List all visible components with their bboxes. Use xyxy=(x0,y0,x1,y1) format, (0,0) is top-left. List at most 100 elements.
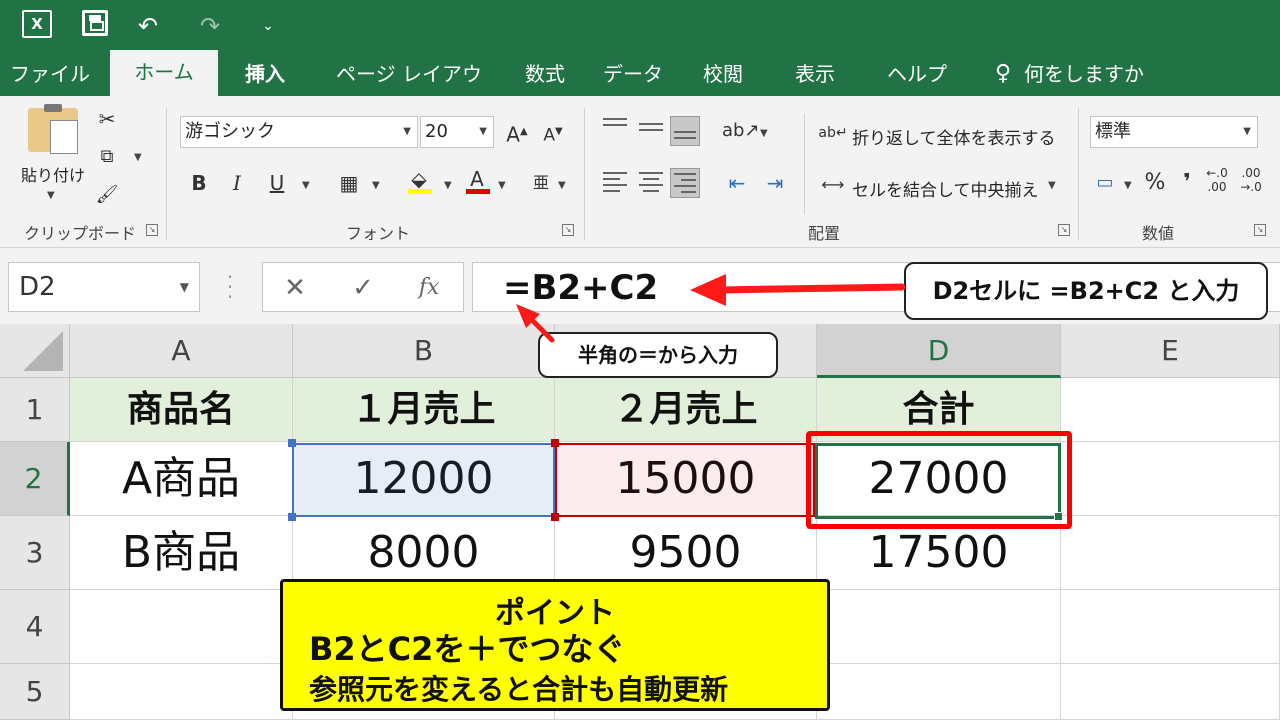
row-header-5[interactable]: 5 xyxy=(0,664,70,720)
tab-formulas[interactable]: 数式 xyxy=(514,52,576,96)
cell-e5[interactable] xyxy=(1061,664,1280,720)
cell-a4[interactable] xyxy=(70,590,293,664)
cell-d5[interactable] xyxy=(817,664,1061,720)
confirm-entry-button[interactable]: ✓ xyxy=(343,271,383,305)
grow-font-icon[interactable]: A▲ xyxy=(502,117,532,147)
number-launcher-icon[interactable]: ↘ xyxy=(1254,224,1266,236)
column-header-e[interactable]: E xyxy=(1061,324,1280,378)
select-all-button[interactable] xyxy=(0,324,70,378)
cell-b1[interactable]: １月売上 xyxy=(293,378,555,442)
orientation-dropdown-icon[interactable]: ▼ xyxy=(760,128,768,139)
tab-data[interactable]: データ xyxy=(596,52,670,96)
wrap-text-icon[interactable]: ab↵ xyxy=(818,118,848,148)
reference-handle[interactable] xyxy=(551,513,559,521)
row-header-3[interactable]: 3 xyxy=(0,516,70,590)
font-name-select[interactable]: 游ゴシック ▼ xyxy=(180,116,418,148)
wrap-text-button[interactable]: 折り返して全体を表示する xyxy=(852,124,1056,149)
reference-handle[interactable] xyxy=(288,439,296,447)
underline-dropdown-icon[interactable]: ▼ xyxy=(302,180,310,191)
align-top-icon[interactable] xyxy=(600,114,630,144)
insert-function-button[interactable]: fx xyxy=(409,271,449,305)
font-color-icon[interactable]: A xyxy=(462,164,492,194)
paste-dropdown-icon[interactable]: ▼ xyxy=(47,190,55,201)
reference-handle[interactable] xyxy=(551,439,559,447)
row-header-1[interactable]: 1 xyxy=(0,378,70,442)
alignment-launcher-icon[interactable]: ↘ xyxy=(1058,224,1070,236)
number-format-select[interactable]: 標準 ▼ xyxy=(1090,116,1258,148)
paste-icon[interactable] xyxy=(28,104,78,154)
cell-e2[interactable] xyxy=(1061,442,1280,516)
fill-color-icon[interactable]: ⬙ xyxy=(404,164,434,194)
tab-home[interactable]: ホーム xyxy=(110,50,218,96)
column-header-b[interactable]: B xyxy=(293,324,555,378)
cell-e3[interactable] xyxy=(1061,516,1280,590)
tab-review[interactable]: 校閲 xyxy=(692,52,754,96)
borders-dropdown-icon[interactable]: ▼ xyxy=(372,180,380,191)
align-right-icon[interactable] xyxy=(670,168,700,198)
orientation-icon[interactable]: ab↗ xyxy=(722,116,760,146)
ribbon: 貼り付け ▼ ✂ ⧉ ▼ 🖌 クリップボード ↘ 游ゴシック ▼ 20 ▼ A▲ A… xyxy=(0,96,1280,248)
copy-dropdown-icon[interactable]: ▼ xyxy=(134,152,142,163)
font-launcher-icon[interactable]: ↘ xyxy=(562,224,574,236)
shrink-font-icon[interactable]: A▼ xyxy=(538,117,568,147)
phonetic-dropdown-icon[interactable]: ▼ xyxy=(558,180,566,191)
accounting-dropdown-icon[interactable]: ▼ xyxy=(1124,180,1132,191)
cell-d4[interactable] xyxy=(817,590,1061,664)
formula-bar-grip-icon[interactable]: · · · xyxy=(226,267,234,307)
tab-help[interactable]: ヘルプ xyxy=(880,52,954,96)
customize-quick-access-icon[interactable]: ⌄ xyxy=(256,10,280,42)
align-center-icon[interactable] xyxy=(636,168,666,198)
borders-icon[interactable]: ▦ xyxy=(334,168,364,198)
column-header-d[interactable]: D xyxy=(817,324,1061,378)
align-middle-icon[interactable] xyxy=(636,114,666,144)
point-line-2: 参照元を変えると合計も自動更新 xyxy=(309,673,729,706)
name-box[interactable]: D2 ▼ xyxy=(8,262,200,312)
italic-button[interactable]: I xyxy=(222,168,252,198)
row-header-2[interactable]: 2 xyxy=(0,442,70,516)
cancel-entry-button[interactable]: ✕ xyxy=(275,271,315,305)
ribbon-tabs: ファイル ホーム 挿入 ページ レイアウト 数式 データ 校閲 表示 ヘルプ ♀… xyxy=(0,50,1280,130)
tab-page-layout[interactable]: ページ レイアウト xyxy=(328,52,490,130)
accounting-format-icon[interactable]: ▭ xyxy=(1090,168,1120,198)
clipboard-launcher-icon[interactable]: ↘ xyxy=(146,224,158,236)
clipboard-group-label: クリップボード xyxy=(24,224,137,243)
tell-me-search[interactable]: 何をしますか xyxy=(1022,52,1146,96)
font-size-select[interactable]: 20 ▼ xyxy=(420,116,494,148)
row-header-4[interactable]: 4 xyxy=(0,590,70,664)
save-icon[interactable] xyxy=(82,10,108,36)
cell-a5[interactable] xyxy=(70,664,293,720)
decrease-indent-icon[interactable]: ⇤ xyxy=(722,168,752,198)
paste-button[interactable]: 貼り付け xyxy=(18,162,88,186)
column-header-a[interactable]: A xyxy=(70,324,293,378)
redo-icon[interactable]: ↷ xyxy=(192,10,228,42)
tab-insert[interactable]: 挿入 xyxy=(232,52,298,96)
cell-a2[interactable]: A商品 xyxy=(70,442,293,516)
phonetic-icon[interactable]: 亜 xyxy=(526,168,556,198)
fill-color-dropdown-icon[interactable]: ▼ xyxy=(444,180,452,191)
increase-indent-icon[interactable]: ⇥ xyxy=(760,168,790,198)
comma-style-button[interactable]: ❜ xyxy=(1172,168,1202,198)
cell-e1[interactable] xyxy=(1061,378,1280,442)
cell-a1[interactable]: 商品名 xyxy=(70,378,293,442)
tab-view[interactable]: 表示 xyxy=(784,52,846,96)
font-color-dropdown-icon[interactable]: ▼ xyxy=(498,180,506,191)
cut-icon[interactable]: ✂ xyxy=(92,104,122,134)
cell-c1[interactable]: ２月売上 xyxy=(555,378,817,442)
align-bottom-icon[interactable] xyxy=(670,116,700,146)
cell-a3[interactable]: B商品 xyxy=(70,516,293,590)
decrease-decimal-button[interactable]: .00 →.0 xyxy=(1236,166,1266,196)
merge-dropdown-icon[interactable]: ▼ xyxy=(1048,180,1056,191)
align-left-icon[interactable] xyxy=(600,168,630,198)
bold-button[interactable]: B xyxy=(184,168,214,198)
cell-e4[interactable] xyxy=(1061,590,1280,664)
percent-style-button[interactable]: % xyxy=(1140,168,1170,198)
undo-icon[interactable]: ↶ xyxy=(130,10,166,42)
merge-center-button[interactable]: セルを結合して中央揃え xyxy=(852,176,1039,201)
format-painter-icon[interactable]: 🖌 xyxy=(92,180,122,210)
reference-handle[interactable] xyxy=(288,513,296,521)
merge-center-icon[interactable]: ⟷ xyxy=(818,170,848,200)
increase-decimal-button[interactable]: ←.0 .00 xyxy=(1202,166,1232,196)
underline-button[interactable]: U xyxy=(262,168,292,198)
copy-icon[interactable]: ⧉ xyxy=(92,142,122,172)
tab-file[interactable]: ファイル xyxy=(8,52,92,96)
